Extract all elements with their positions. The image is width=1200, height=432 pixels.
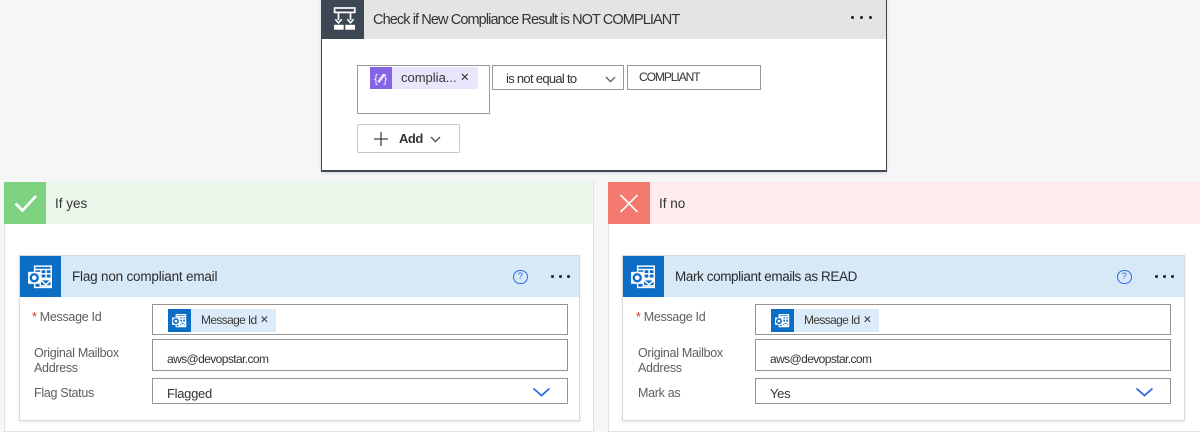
svg-text:}: } bbox=[383, 71, 387, 85]
svg-text:{: { bbox=[374, 71, 378, 85]
